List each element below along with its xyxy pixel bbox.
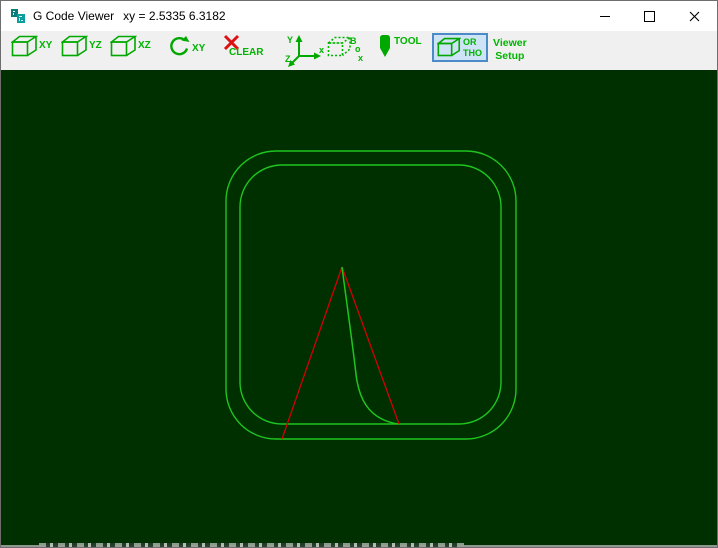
toolbar: XY YZ XZ XY CLEAR Y x Z B o x TOOL OR TH…: [1, 31, 717, 70]
gcode-viewer-window: G Code Viewer xy = 2.5335 6.3182 XY YZ X…: [0, 0, 718, 548]
bottom-window-edge: [1, 542, 717, 547]
maximize-button[interactable]: [627, 1, 672, 31]
toolpath-plot: [1, 70, 717, 547]
axes-x-label: x: [319, 45, 324, 55]
viewer-setup-button[interactable]: Viewer Setup: [493, 37, 527, 63]
cube-icon: [61, 35, 88, 57]
close-button[interactable]: [672, 1, 717, 31]
axes-z-label: Z: [285, 54, 291, 64]
viewer-setup-line1: Viewer: [493, 37, 527, 49]
gcode-viewport[interactable]: [1, 70, 717, 547]
box-letter-x: x: [358, 53, 363, 63]
view-yz-label: YZ: [89, 40, 102, 51]
axes-y-label: Y: [287, 35, 293, 45]
view-xz-button[interactable]: XZ: [110, 35, 151, 58]
close-icon: [689, 11, 700, 21]
rotate-icon: [170, 36, 190, 56]
clear-label: CLEAR: [229, 47, 264, 58]
tool-button[interactable]: TOOL: [378, 34, 422, 59]
minimize-icon: [599, 15, 610, 17]
rotate-xy-label: XY: [192, 43, 206, 54]
viewport-background: [1, 70, 717, 547]
ortho-label: OR THO: [463, 37, 482, 58]
taskbar-sliver: [39, 543, 464, 547]
box-button[interactable]: B o x: [327, 34, 365, 65]
clear-button[interactable]: CLEAR: [222, 34, 263, 58]
view-xy-button[interactable]: XY: [11, 35, 52, 58]
ortho-label-line2: THO: [463, 47, 482, 58]
cube-icon: [110, 35, 137, 57]
window-controls: [582, 1, 717, 31]
cube-icon: [11, 35, 38, 57]
tool-label: TOOL: [394, 36, 422, 47]
gcode-app-icon: [11, 9, 25, 23]
dashed-box-icon: B o x: [327, 36, 363, 63]
cube-icon: [437, 37, 461, 57]
view-xy-label: XY: [39, 40, 53, 51]
ortho-label-line1: OR: [463, 37, 477, 48]
tool-icon: [380, 35, 390, 57]
title-bar[interactable]: G Code Viewer xy = 2.5335 6.3182: [1, 1, 717, 31]
view-xz-label: XZ: [138, 40, 151, 51]
view-yz-button[interactable]: YZ: [61, 35, 102, 58]
cursor-coordinate-readout: xy = 2.5335 6.3182: [123, 9, 226, 23]
axes-icon: Y x Z: [285, 35, 324, 67]
ortho-toggle[interactable]: OR THO: [432, 33, 488, 62]
viewer-setup-line2: Setup: [495, 50, 525, 63]
axes-button[interactable]: Y x Z: [284, 33, 326, 68]
minimize-button[interactable]: [582, 1, 627, 31]
maximize-icon: [644, 10, 655, 22]
rotate-xy-button[interactable]: XY: [168, 35, 205, 58]
window-title: G Code Viewer: [33, 9, 115, 23]
